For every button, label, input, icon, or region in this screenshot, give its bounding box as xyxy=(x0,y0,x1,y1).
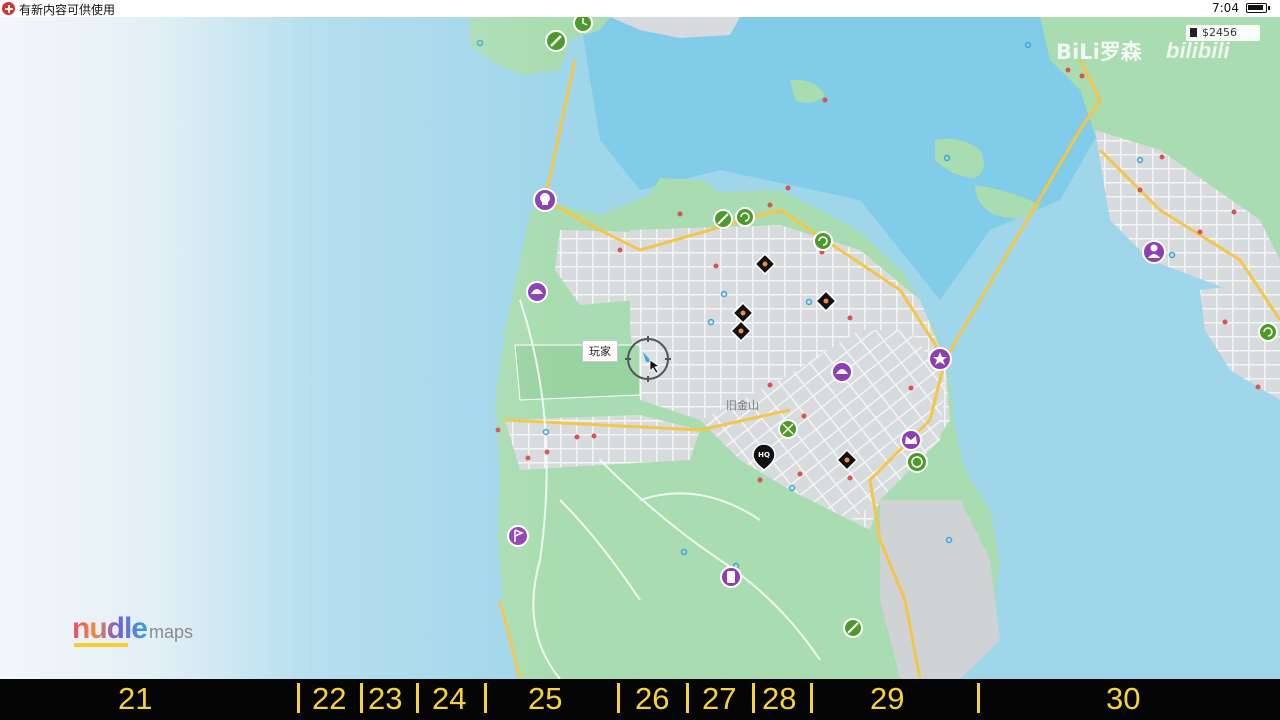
money-value: $2456 xyxy=(1202,26,1237,39)
game-screen: 有新内容可供使用 7:04 HQ 玩家 旧金山 BiLi罗森 bilibili … xyxy=(0,0,1280,720)
car-icon[interactable] xyxy=(831,361,853,383)
timeline-separator xyxy=(297,683,300,713)
clock: 7:04 xyxy=(1212,1,1239,15)
watermark: BiLi罗森 xyxy=(1056,40,1142,64)
timeline-tick: 25 xyxy=(528,681,563,716)
star-icon[interactable] xyxy=(928,347,952,371)
status-bar: 有新内容可供使用 7:04 xyxy=(0,0,1280,17)
timeline-tick: 23 xyxy=(368,681,403,716)
district-label: 旧金山 xyxy=(726,399,759,412)
hq-label: HQ xyxy=(758,451,770,459)
timeline-bar: 21 22 23 24 25 26 27 28 29 30 xyxy=(0,679,1280,720)
flag-icon[interactable] xyxy=(507,525,529,547)
brand-name: nudle xyxy=(72,612,148,645)
brand-bar xyxy=(74,643,128,647)
world-map[interactable] xyxy=(0,17,1280,679)
wrench-icon[interactable] xyxy=(545,30,567,52)
brand-suffix: maps xyxy=(149,622,194,642)
clock-icon[interactable] xyxy=(906,451,928,473)
wrench-icon[interactable] xyxy=(713,209,733,229)
player-label: 玩家 xyxy=(582,340,618,362)
clock-icon[interactable] xyxy=(573,17,593,33)
car-icon[interactable] xyxy=(526,281,548,303)
timeline-separator xyxy=(686,683,689,713)
timeline-tick: 30 xyxy=(1106,681,1141,716)
watermark-logo: bilibili xyxy=(1166,38,1230,63)
timeline-separator xyxy=(752,683,755,713)
timeline-separator xyxy=(416,683,419,713)
refresh-icon[interactable] xyxy=(1258,322,1278,342)
timeline-tick: 22 xyxy=(312,681,347,716)
timeline-separator xyxy=(360,683,363,713)
timeline-tick: 24 xyxy=(432,681,467,716)
phone-icon[interactable] xyxy=(720,566,742,588)
timeline-tick: 27 xyxy=(702,681,737,716)
user-icon[interactable] xyxy=(1142,240,1166,264)
plus-icon xyxy=(2,2,15,15)
wrench-icon[interactable] xyxy=(778,419,798,439)
wrench-icon[interactable] xyxy=(843,618,863,638)
timeline-separator xyxy=(810,683,813,713)
timeline-tick: 26 xyxy=(635,681,670,716)
timeline-tick: 29 xyxy=(870,681,905,716)
crown-icon[interactable] xyxy=(900,429,922,451)
money-counter: $2456 xyxy=(1186,25,1260,41)
notification-text: 有新内容可供使用 xyxy=(19,3,116,17)
timeline-tick: 21 xyxy=(118,681,153,716)
timeline-separator xyxy=(484,683,487,713)
skull-icon[interactable] xyxy=(533,188,557,212)
battery-icon xyxy=(1246,3,1270,13)
money-icon xyxy=(1190,28,1197,37)
timeline-tick: 28 xyxy=(762,681,797,716)
brand-logo: nudle maps xyxy=(72,612,194,647)
refresh-icon[interactable] xyxy=(813,231,833,251)
timeline-separator xyxy=(617,683,620,713)
refresh-icon[interactable] xyxy=(735,207,755,227)
timeline-separator xyxy=(977,683,980,713)
